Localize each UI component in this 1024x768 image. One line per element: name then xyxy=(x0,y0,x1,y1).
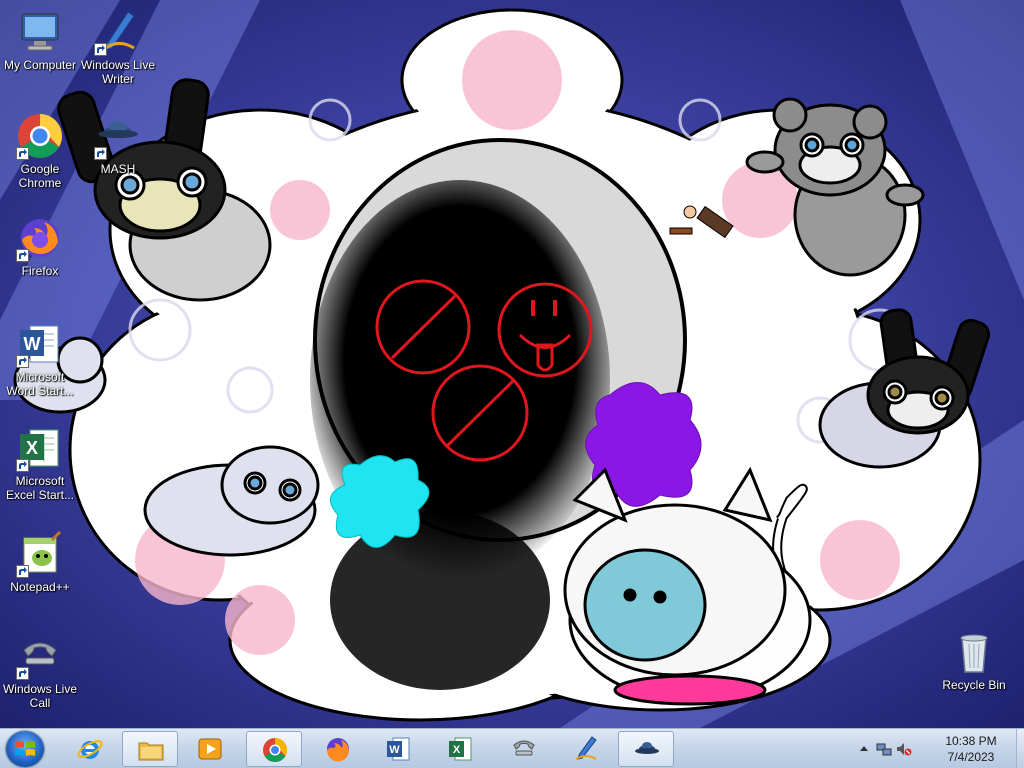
svg-text:W: W xyxy=(24,334,41,354)
desktop-icon-label: Google Chrome xyxy=(18,162,62,190)
clock-time: 10:38 PM xyxy=(945,734,997,748)
svg-text:X: X xyxy=(26,438,38,458)
phone-icon xyxy=(16,632,64,680)
desktop-icon-label: Notepad++ xyxy=(10,580,70,594)
taskbar-word-button[interactable]: W xyxy=(370,731,426,767)
desktop-icon-firefox[interactable]: Firefox xyxy=(0,214,80,278)
taskbar-chrome-button[interactable] xyxy=(246,731,302,767)
desktop-icon-windows-live-writer[interactable]: Windows Live Writer xyxy=(78,8,158,86)
pen-icon xyxy=(575,736,597,760)
clock-date: 7/4/2023 xyxy=(947,750,995,764)
shortcut-arrow-icon xyxy=(16,565,29,578)
taskbar-file-explorer-button[interactable] xyxy=(122,731,178,767)
svg-text:X: X xyxy=(453,744,461,756)
taskbar-live-writer-button[interactable] xyxy=(558,731,614,767)
system-tray: 10:38 PM 7/4/2023 xyxy=(852,729,1012,768)
recycle-bin-icon xyxy=(950,628,998,676)
mash-hat-icon xyxy=(94,112,142,160)
desktop-icon-microsoft-word-starter[interactable]: W Microsoft Word Start... xyxy=(0,320,80,398)
taskbar-live-call-button[interactable] xyxy=(496,731,552,767)
network-icon[interactable] xyxy=(876,741,892,757)
windows-logo-icon xyxy=(15,741,35,756)
svg-text:W: W xyxy=(389,744,400,756)
desktop-icon-label: Microsoft Word Start... xyxy=(6,370,74,398)
desktop-icon-windows-live-call[interactable]: Windows Live Call xyxy=(0,632,80,710)
shortcut-arrow-icon xyxy=(94,43,107,56)
desktop-icon-label: Windows Live Writer xyxy=(80,58,156,86)
firefox-icon xyxy=(326,738,349,762)
notepad-plus-plus-icon xyxy=(16,530,64,578)
taskbar-excel-button[interactable]: X xyxy=(432,731,488,767)
chrome-icon xyxy=(263,738,288,763)
firefox-icon xyxy=(16,214,64,262)
word-icon: W xyxy=(16,320,64,368)
shortcut-arrow-icon xyxy=(16,147,29,160)
chrome-icon xyxy=(16,112,64,160)
shortcut-arrow-icon xyxy=(94,147,107,160)
phone-icon xyxy=(513,740,535,756)
shortcut-arrow-icon xyxy=(16,355,29,368)
taskbar: W X 10:38 PM 7/4/2023 xyxy=(0,728,1024,768)
desktop-icon-mash[interactable]: MASH xyxy=(78,112,158,176)
taskbar-clock[interactable]: 10:38 PM 7/4/2023 xyxy=(936,733,1006,765)
internet-explorer-icon xyxy=(77,740,103,759)
start-button[interactable] xyxy=(6,731,44,767)
shortcut-arrow-icon xyxy=(16,459,29,472)
excel-icon: X xyxy=(449,737,472,761)
taskbar-internet-explorer-button[interactable] xyxy=(62,731,118,767)
taskbar-mash-button[interactable] xyxy=(618,731,674,767)
desktop-icon-recycle-bin[interactable]: Recycle Bin xyxy=(934,628,1014,692)
media-player-icon xyxy=(198,738,222,760)
desktop-icon-my-computer[interactable]: My Computer xyxy=(0,8,80,72)
taskbar-firefox-button[interactable] xyxy=(310,731,366,767)
volume-muted-icon[interactable] xyxy=(896,741,912,757)
wallpaper-art xyxy=(0,0,1024,728)
show-desktop-button[interactable] xyxy=(1016,729,1024,768)
desktop-icon-label: Recycle Bin xyxy=(942,678,1006,692)
desktop-icon-label: MASH xyxy=(100,162,136,176)
show-hidden-icons-arrow-icon[interactable] xyxy=(856,741,872,757)
pen-icon xyxy=(94,8,142,56)
desktop-icon-label: Windows Live Call xyxy=(2,682,78,710)
desktop-icon-label: Microsoft Excel Start... xyxy=(5,474,75,502)
shortcut-arrow-icon xyxy=(16,667,29,680)
mash-hat-icon xyxy=(635,742,659,754)
word-icon: W xyxy=(387,737,410,761)
shortcut-arrow-icon xyxy=(16,249,29,262)
desktop-icon-label: Firefox xyxy=(21,264,59,278)
desktop-icon-notepad-plus-plus[interactable]: Notepad++ xyxy=(0,530,80,594)
folder-icon xyxy=(138,742,164,761)
desktop-icon-label: My Computer xyxy=(3,58,77,72)
desktop-wallpaper xyxy=(0,0,1024,728)
desktop-icon-google-chrome[interactable]: Google Chrome xyxy=(0,112,80,190)
desktop-icon-microsoft-excel-starter[interactable]: X Microsoft Excel Start... xyxy=(0,424,80,502)
computer-icon xyxy=(16,8,64,56)
excel-icon: X xyxy=(16,424,64,472)
taskbar-media-player-button[interactable] xyxy=(182,731,238,767)
